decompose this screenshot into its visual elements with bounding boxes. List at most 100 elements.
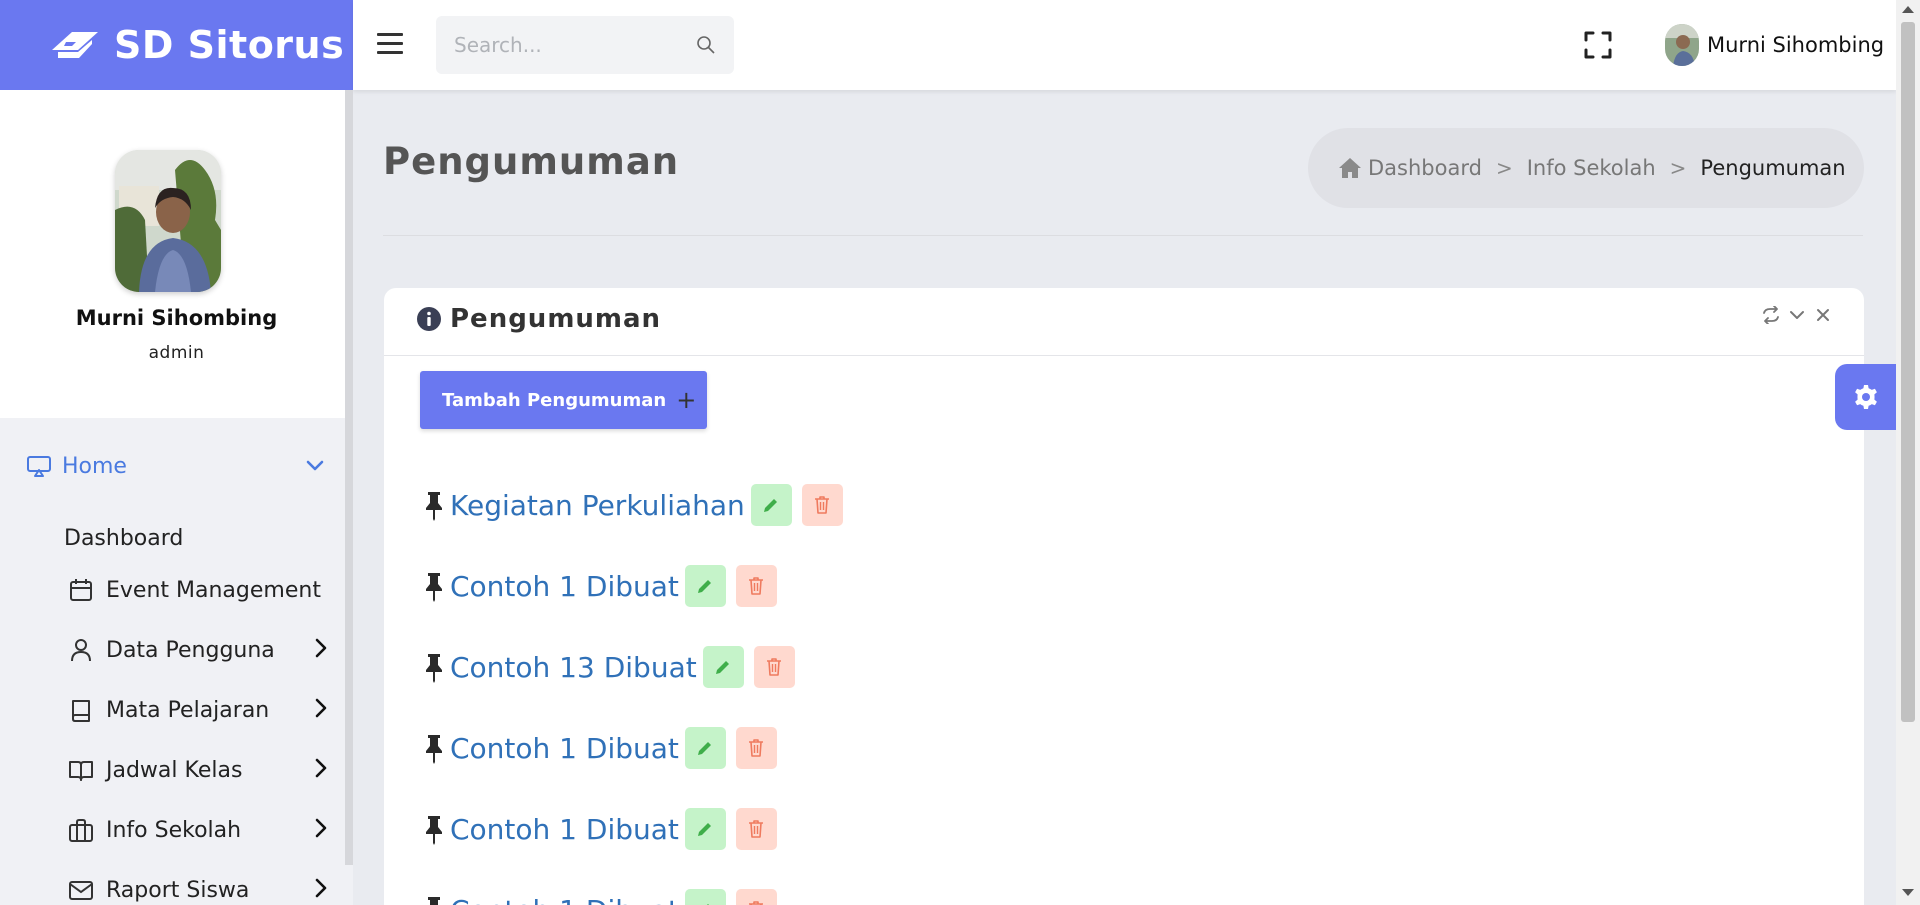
card-tools (1762, 306, 1832, 324)
announcement-title[interactable]: Contoh 1 Dibuat (450, 732, 679, 765)
trash-icon (749, 901, 764, 905)
sidebar-item-label: Home (62, 453, 127, 479)
sidebar-scrollbar[interactable] (345, 90, 353, 865)
chevron-right-icon (315, 758, 327, 778)
chevron-down-icon (306, 460, 324, 471)
book-open-icon (69, 761, 93, 781)
edit-button[interactable] (702, 646, 744, 688)
fullscreen-icon[interactable] (1583, 30, 1613, 60)
pencil-icon (698, 742, 712, 755)
info-icon (417, 307, 441, 331)
scrollbar-thumb[interactable] (1901, 22, 1915, 722)
edit-button[interactable] (684, 727, 726, 769)
pin-icon (426, 492, 442, 521)
profile-name: Murni Sihombing (75, 306, 278, 330)
avatar (1665, 24, 1699, 66)
page-title: Pengumuman (383, 140, 680, 183)
announcement-title[interactable]: Contoh 1 Dibuat (450, 813, 679, 846)
profile-avatar (115, 150, 221, 292)
mail-icon (69, 881, 93, 900)
announcement-card: Pengumuman Tambah Pengumuman + Kegiatan … (384, 288, 1864, 905)
divider (383, 235, 1863, 236)
delete-button[interactable] (753, 646, 795, 688)
chevron-right-icon (315, 818, 327, 838)
sidebar-item-jadwal-kelas[interactable]: Jadwal Kelas (68, 753, 330, 787)
sidebar-item-mata-pelajaran[interactable]: Mata Pelajaran (68, 693, 330, 727)
delete-button[interactable] (735, 727, 777, 769)
announcement-title[interactable]: Kegiatan Perkuliahan (450, 489, 745, 522)
pin-icon (428, 897, 440, 905)
announcement-title[interactable]: Contoh 1 Dibuat (450, 894, 679, 905)
collapse-icon[interactable] (1788, 306, 1806, 324)
trash-icon (749, 739, 764, 757)
scroll-up-icon[interactable] (1902, 6, 1914, 13)
edit-button[interactable] (684, 565, 726, 607)
book-icon (72, 700, 90, 722)
sidebar-item-label: Jadwal Kelas (106, 757, 243, 783)
sidebar-item-data-pengguna[interactable]: Data Pengguna (68, 633, 330, 667)
breadcrumb-separator: > (1669, 156, 1687, 180)
sidebar-item-home[interactable]: Home (26, 450, 326, 482)
search-icon[interactable] (696, 35, 716, 55)
page-scrollbar[interactable] (1896, 0, 1920, 905)
settings-button[interactable] (1835, 364, 1897, 430)
list-item: Contoh 1 Dibuat (420, 889, 777, 905)
sidebar-item-info-sekolah[interactable]: Info Sekolah (68, 813, 330, 847)
refresh-icon[interactable] (1762, 306, 1780, 324)
trash-icon (767, 658, 782, 676)
search-input[interactable] (454, 33, 696, 57)
list-item: Contoh 13 Dibuat (420, 646, 795, 688)
pin-icon (426, 654, 442, 683)
pencil-icon (698, 823, 712, 836)
briefcase-icon (69, 819, 93, 842)
trash-icon (749, 820, 764, 838)
add-announcement-button[interactable]: Tambah Pengumuman + (420, 371, 707, 429)
announcement-title[interactable]: Contoh 1 Dibuat (450, 570, 679, 603)
breadcrumb-item-info-sekolah[interactable]: Info Sekolah (1527, 156, 1656, 180)
profile-panel: Murni Sihombing admin (0, 90, 345, 418)
scroll-down-icon[interactable] (1902, 889, 1914, 896)
pencil-icon (764, 499, 778, 512)
delete-button[interactable] (735, 565, 777, 607)
graduation-cap-icon (52, 32, 98, 58)
delete-button[interactable] (801, 484, 843, 526)
breadcrumb-item-current: Pengumuman (1700, 156, 1846, 180)
edit-button[interactable] (684, 808, 726, 850)
sidebar-subitem-dashboard[interactable]: Dashboard (64, 526, 183, 551)
edit-button[interactable] (750, 484, 792, 526)
topbar: Murni Sihombing (353, 0, 1896, 90)
sidebar: Murni Sihombing admin Home Dashboard Eve… (0, 90, 353, 905)
profile-role: admin (148, 343, 205, 363)
breadcrumb-item-dashboard[interactable]: Dashboard (1338, 156, 1482, 180)
pin-icon (426, 573, 442, 602)
close-icon[interactable] (1814, 306, 1832, 324)
calendar-icon (70, 579, 92, 601)
user-icon (71, 639, 91, 662)
announcement-title[interactable]: Contoh 13 Dibuat (450, 651, 697, 684)
home-icon (1339, 158, 1361, 178)
sidebar-item-label: Event Management (106, 577, 321, 603)
sidebar-item-event-management[interactable]: Event Management (68, 573, 330, 607)
gear-icon (1855, 385, 1877, 409)
breadcrumb-separator: > (1495, 156, 1513, 180)
menu-toggle-icon[interactable] (377, 33, 403, 55)
chevron-right-icon (315, 878, 327, 898)
brand-name: SD Sitorus (114, 23, 345, 67)
search-box (436, 16, 734, 74)
delete-button[interactable] (735, 808, 777, 850)
breadcrumb-label: Dashboard (1368, 156, 1482, 180)
edit-button[interactable] (684, 889, 726, 905)
card-title: Pengumuman (416, 304, 661, 334)
delete-button[interactable] (735, 889, 777, 905)
card-header: Pengumuman (384, 288, 1864, 356)
sidebar-item-label: Data Pengguna (106, 637, 275, 663)
list-item: Contoh 1 Dibuat (420, 727, 777, 769)
sidebar-item-raport-siswa[interactable]: Raport Siswa (68, 873, 330, 905)
pin-icon (426, 816, 442, 845)
trash-icon (815, 496, 830, 514)
brand[interactable]: SD Sitorus (0, 0, 353, 90)
sidebar-item-label: Info Sekolah (106, 817, 242, 843)
user-menu[interactable]: Murni Sihombing (1665, 24, 1884, 66)
chevron-right-icon (315, 638, 327, 658)
trash-icon (749, 577, 764, 595)
